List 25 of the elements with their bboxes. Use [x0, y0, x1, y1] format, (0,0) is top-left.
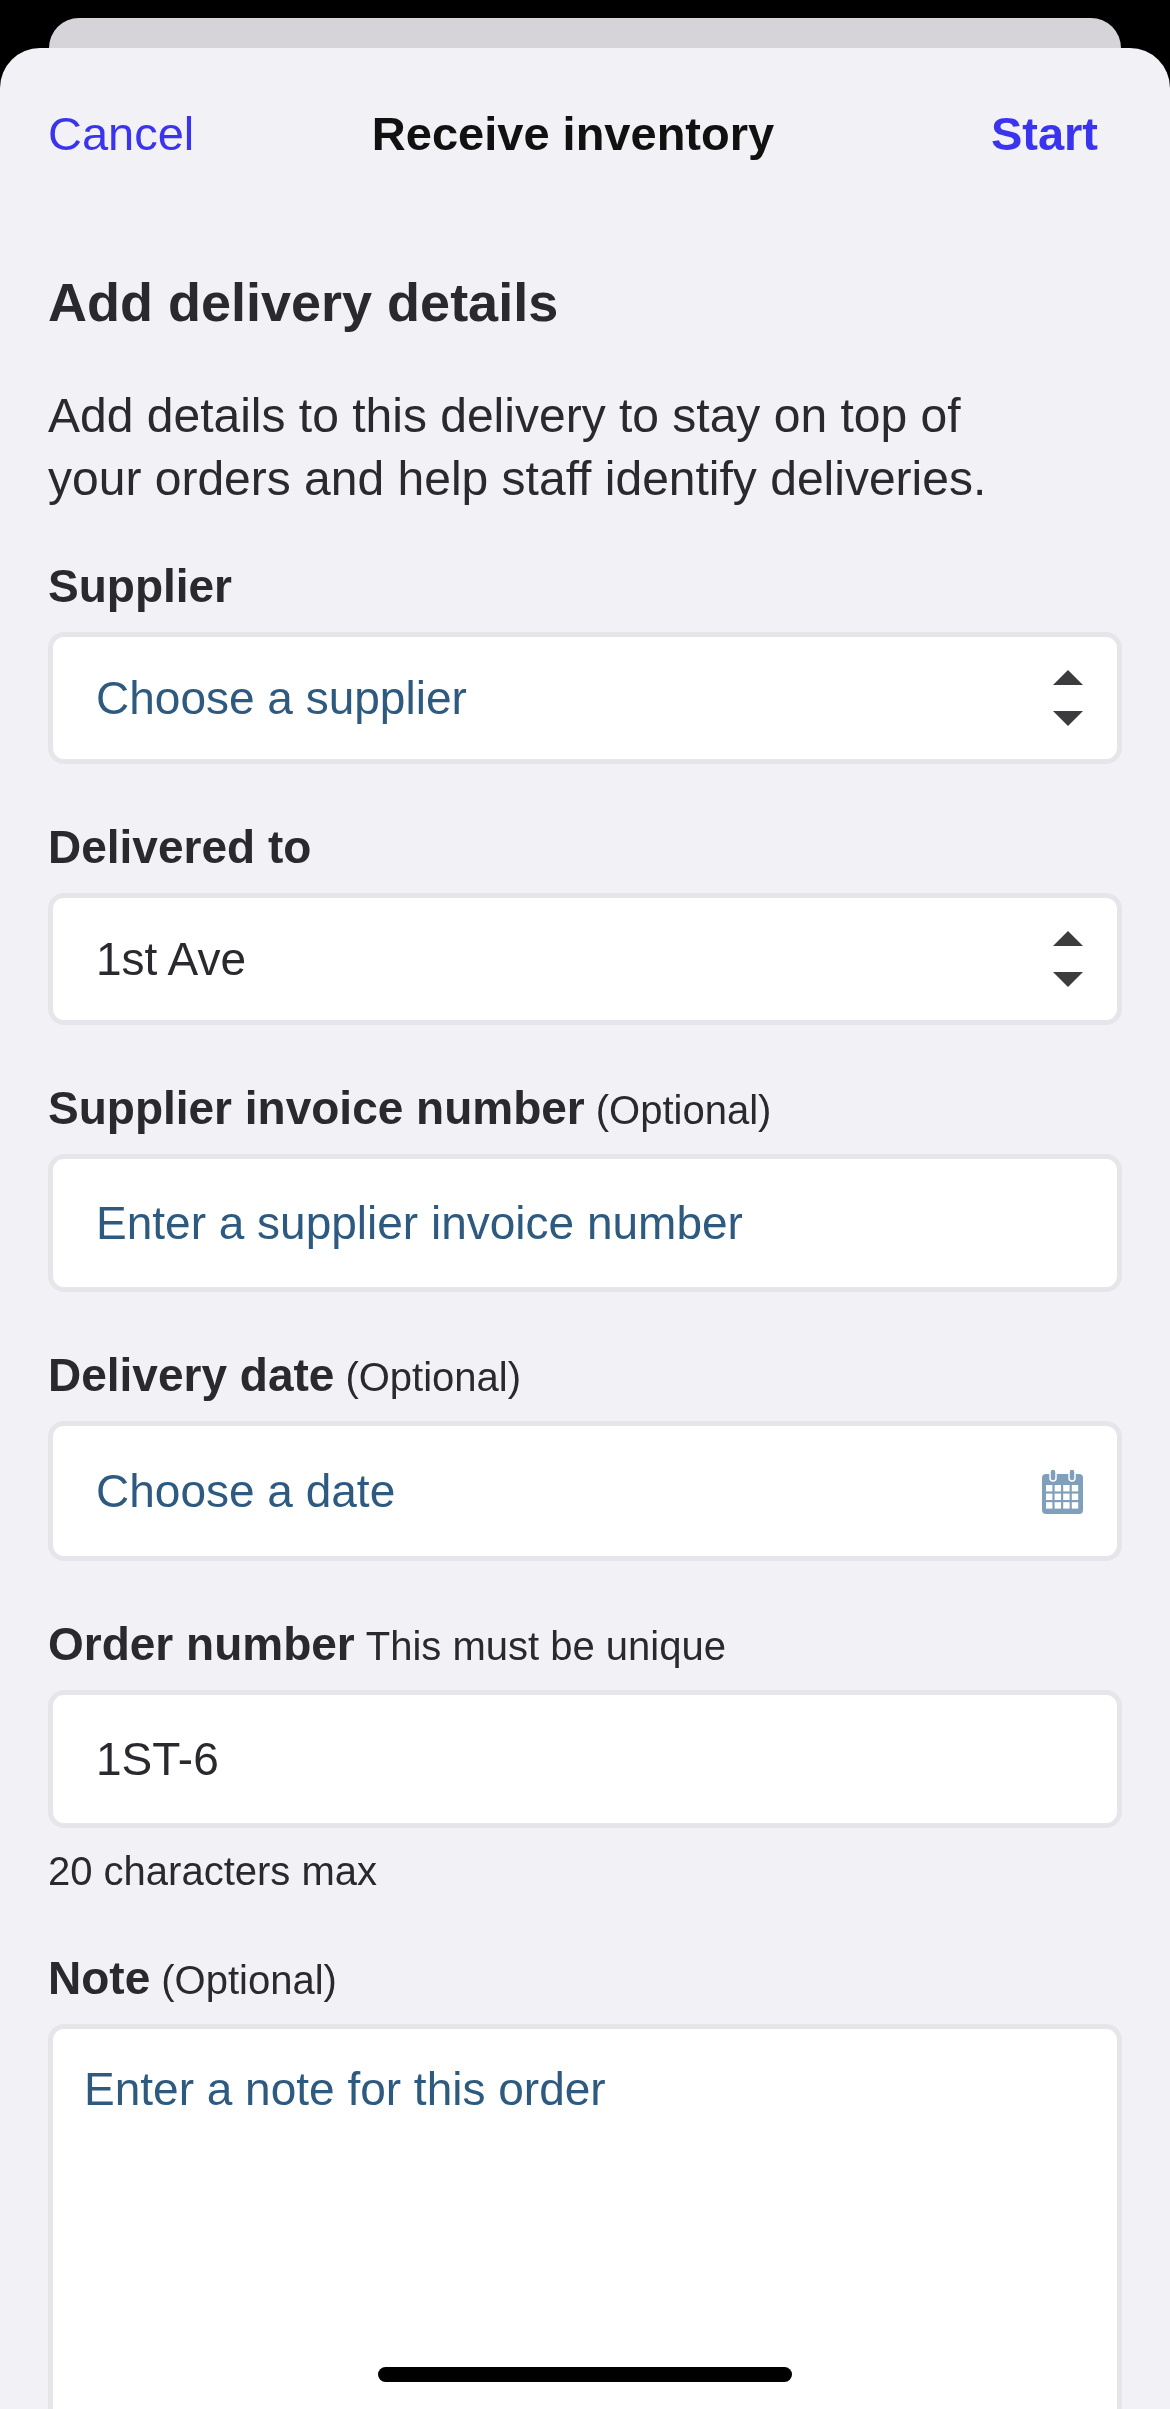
- sort-arrows-icon: [1053, 931, 1083, 987]
- start-button[interactable]: Start: [990, 104, 1098, 164]
- dropdown-field[interactable]: 1st Ave: [48, 893, 1122, 1025]
- field-hint: (Optional): [161, 1957, 337, 2004]
- section-description: Add details to this delivery to stay on top of your orders and help staff identify deliveries.: [48, 388, 988, 507]
- dropdown-field[interactable]: Choose a supplier: [48, 632, 1122, 764]
- field-hint: This must be unique: [365, 1623, 726, 1670]
- field-hint: (Optional): [345, 1354, 521, 1401]
- field-label: Order number: [48, 1617, 355, 1672]
- cancel-button[interactable]: Cancel: [48, 104, 195, 164]
- text-input[interactable]: 1ST-6: [48, 1690, 1122, 1828]
- field-label: Delivered to: [48, 820, 312, 875]
- field-label: Delivery date: [48, 1348, 335, 1403]
- helper-text: 20 characters max: [48, 1848, 379, 1895]
- note-textarea[interactable]: Enter a note for this order: [48, 2024, 1122, 2409]
- sort-arrows-icon: [1053, 670, 1083, 726]
- field-label: Supplier invoice number: [48, 1081, 585, 1136]
- screen-title: Receive inventory: [371, 106, 775, 162]
- field-label: Note: [48, 1951, 151, 2006]
- calendar-icon: [1042, 1468, 1083, 1514]
- date-field[interactable]: Choose a date: [48, 1421, 1122, 1561]
- text-input[interactable]: Enter a supplier invoice number: [48, 1154, 1122, 1292]
- field-hint: (Optional): [595, 1087, 772, 1134]
- field-label: Supplier: [48, 559, 233, 614]
- section-heading: Add delivery details: [48, 271, 560, 334]
